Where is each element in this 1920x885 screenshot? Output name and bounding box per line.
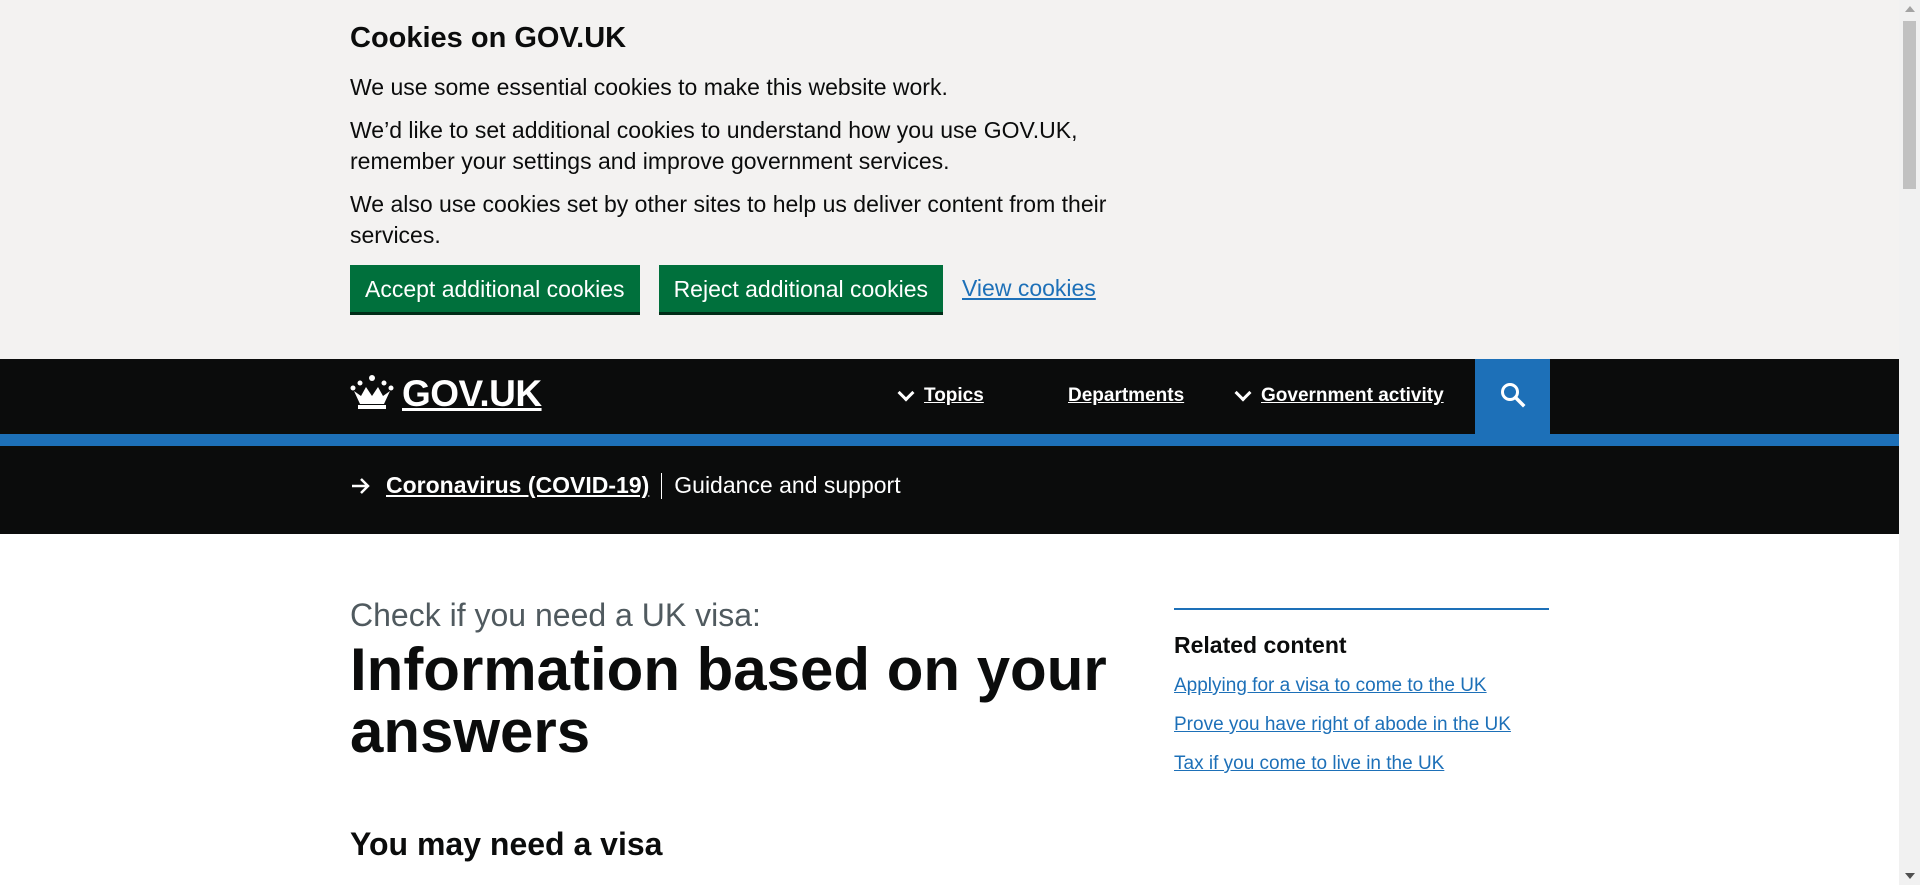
cookie-banner: Cookies on GOV.UK We use some essential … [0,0,1899,359]
page-caption: Check if you need a UK visa: [350,597,761,633]
scrollbar-thumb[interactable] [1903,21,1916,189]
nav-departments[interactable]: Departments [1068,385,1184,407]
covid-banner-content: Coronavirus (COVID-19) Guidance and supp… [350,472,901,499]
reject-cookies-button[interactable]: Reject additional cookies [658,265,943,312]
search-toggle-button[interactable] [1475,359,1550,434]
chevron-down-icon [897,384,915,402]
page-scrollbar[interactable] [1899,0,1920,885]
crown-icon [350,374,394,415]
covid-guidance-text: Guidance and support [674,472,901,498]
nav-government-activity[interactable]: Government activity [1234,384,1444,407]
cookie-paragraph-third-party: We also use cookies set by other sites t… [350,191,1107,248]
related-link-right-of-abode[interactable]: Prove you have right of abode in the UK [1174,714,1549,736]
page: Cookies on GOV.UK We use some essential … [0,0,1899,885]
scroll-up-icon[interactable] [1905,6,1915,12]
govuk-logo-link[interactable]: GOV.UK [350,373,542,415]
related-content-title: Related content [1174,632,1347,658]
related-content: Related content Applying for a visa to c… [1174,608,1549,792]
accept-cookies-button[interactable]: Accept additional cookies [350,265,640,312]
search-icon [1500,382,1526,411]
cookie-banner-title: Cookies on GOV.UK [350,22,627,54]
covid-banner: Coronavirus (COVID-19) Guidance and supp… [0,446,1899,534]
cookie-paragraph-additional: We’d like to set additional cookies to u… [350,117,1078,174]
cookie-banner-content: Cookies on GOV.UK We use some essential … [350,18,1150,312]
page-title: Information based on your answers [350,636,1107,765]
related-link-tax[interactable]: Tax if you come to live in the UK [1174,753,1549,775]
header-blue-bar [0,434,1899,446]
result-heading: You may need a visa [350,826,663,862]
scroll-down-icon[interactable] [1905,873,1915,879]
view-cookies-link[interactable]: View cookies [962,275,1096,302]
nav-departments-label: Departments [1068,385,1185,406]
related-link-visa[interactable]: Applying for a visa to come to the UK [1174,675,1549,697]
covid-link[interactable]: Coronavirus (COVID-19) [386,472,649,499]
arrow-right-icon [350,476,372,496]
main-content: Check if you need a UK visa: Information… [0,534,1899,885]
logo-text: GOV.UK [402,373,542,414]
nav-topics-label: Topics [924,385,984,406]
site-header: GOV.UK Topics Departments Government act… [0,359,1899,446]
cookie-paragraph-essential: We use some essential cookies to make th… [350,74,948,100]
nav-government-activity-label: Government activity [1261,385,1444,406]
nav-topics[interactable]: Topics [897,384,984,407]
chevron-down-icon [1234,384,1252,402]
covid-divider [661,472,663,499]
cookie-actions: Accept additional cookies Reject additio… [350,265,1150,312]
